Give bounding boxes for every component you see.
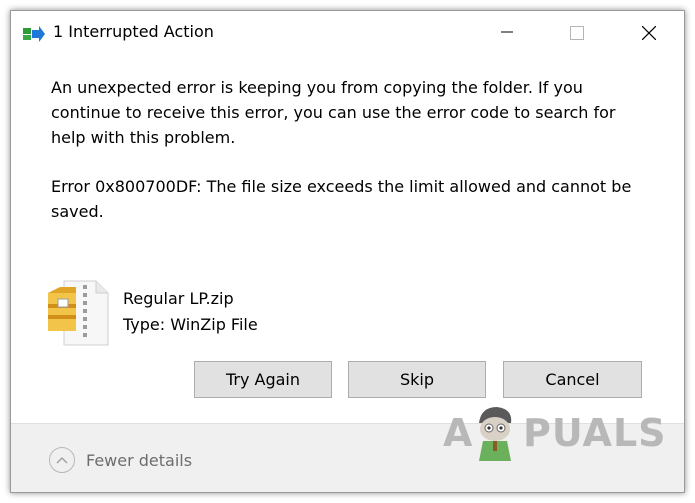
fewer-details-label: Fewer details	[86, 450, 193, 470]
close-button[interactable]	[625, 11, 671, 53]
watermark-letter-a: A	[443, 411, 474, 455]
try-again-button[interactable]: Try Again	[194, 361, 332, 398]
minimize-icon	[501, 31, 513, 33]
error-code-text: Error 0x800700DF: The file size exceeds …	[51, 177, 632, 221]
mascot-icon	[479, 407, 512, 461]
dialog-window: 1 Interrupted Action An unexpected error…	[10, 10, 685, 493]
file-name: Regular LP.zip	[123, 289, 234, 308]
window-title: 1 Interrupted Action	[53, 22, 214, 41]
watermark-text: PUALS	[523, 411, 667, 455]
maximize-icon	[570, 26, 584, 40]
title-bar[interactable]: 1 Interrupted Action	[11, 11, 684, 53]
maximize-button[interactable]	[553, 11, 599, 53]
zip-archive-icon	[48, 280, 109, 346]
error-description: An unexpected error is keeping you from …	[51, 78, 616, 147]
chevron-up-icon	[49, 447, 75, 473]
close-icon	[642, 26, 656, 40]
appuals-watermark: A PUALS	[443, 399, 666, 471]
copy-transfer-icon	[23, 26, 45, 42]
cancel-button[interactable]: Cancel	[503, 361, 642, 398]
skip-button[interactable]: Skip	[348, 361, 486, 398]
fewer-details-toggle[interactable]: Fewer details	[49, 445, 192, 475]
file-type: Type: WinZip File	[123, 315, 258, 334]
minimize-button[interactable]	[484, 11, 530, 53]
